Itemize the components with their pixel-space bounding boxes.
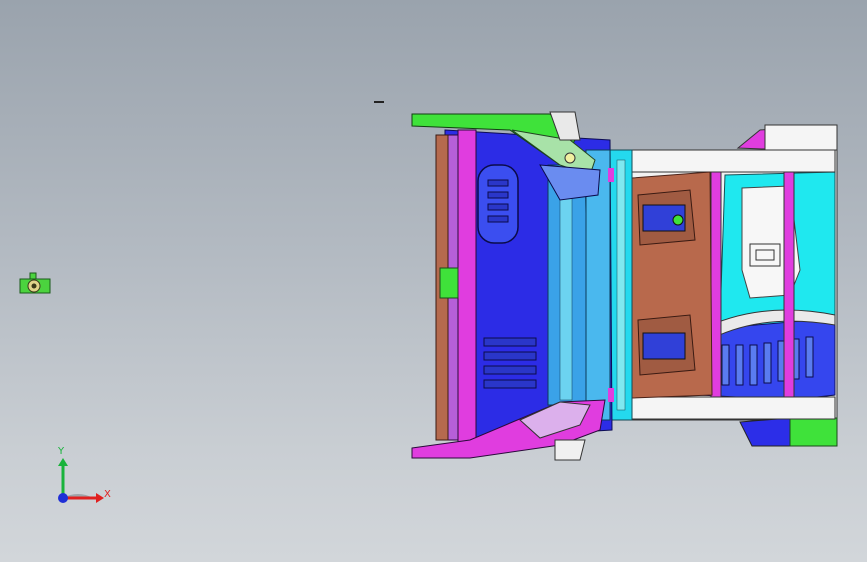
- rear-corner-lower-blue: [739, 417, 791, 447]
- rear-rail-right: [783, 159, 795, 413]
- triad-z-axis: [58, 493, 68, 503]
- left-sill-inner: [457, 129, 477, 446]
- floor-assembly[interactable]: [411, 111, 838, 461]
- seat-mount-lower: [642, 332, 686, 360]
- rear-top-rail: [764, 124, 838, 151]
- graphics-viewport[interactable]: X Y: [0, 0, 867, 562]
- triad-y-label: Y: [57, 446, 65, 457]
- rear-rail-left: [710, 157, 722, 411]
- rear-corner-lower-green: [789, 417, 838, 447]
- small-bracket-part[interactable]: [19, 272, 51, 294]
- rear-side-sill-bottom: [624, 396, 836, 420]
- rear-side-sill-top: [624, 149, 836, 173]
- coordinate-triad: X Y: [57, 446, 111, 503]
- sketch-point-marker[interactable]: [374, 101, 384, 103]
- model-view[interactable]: X Y: [0, 0, 867, 562]
- triad-x-label: X: [104, 489, 111, 500]
